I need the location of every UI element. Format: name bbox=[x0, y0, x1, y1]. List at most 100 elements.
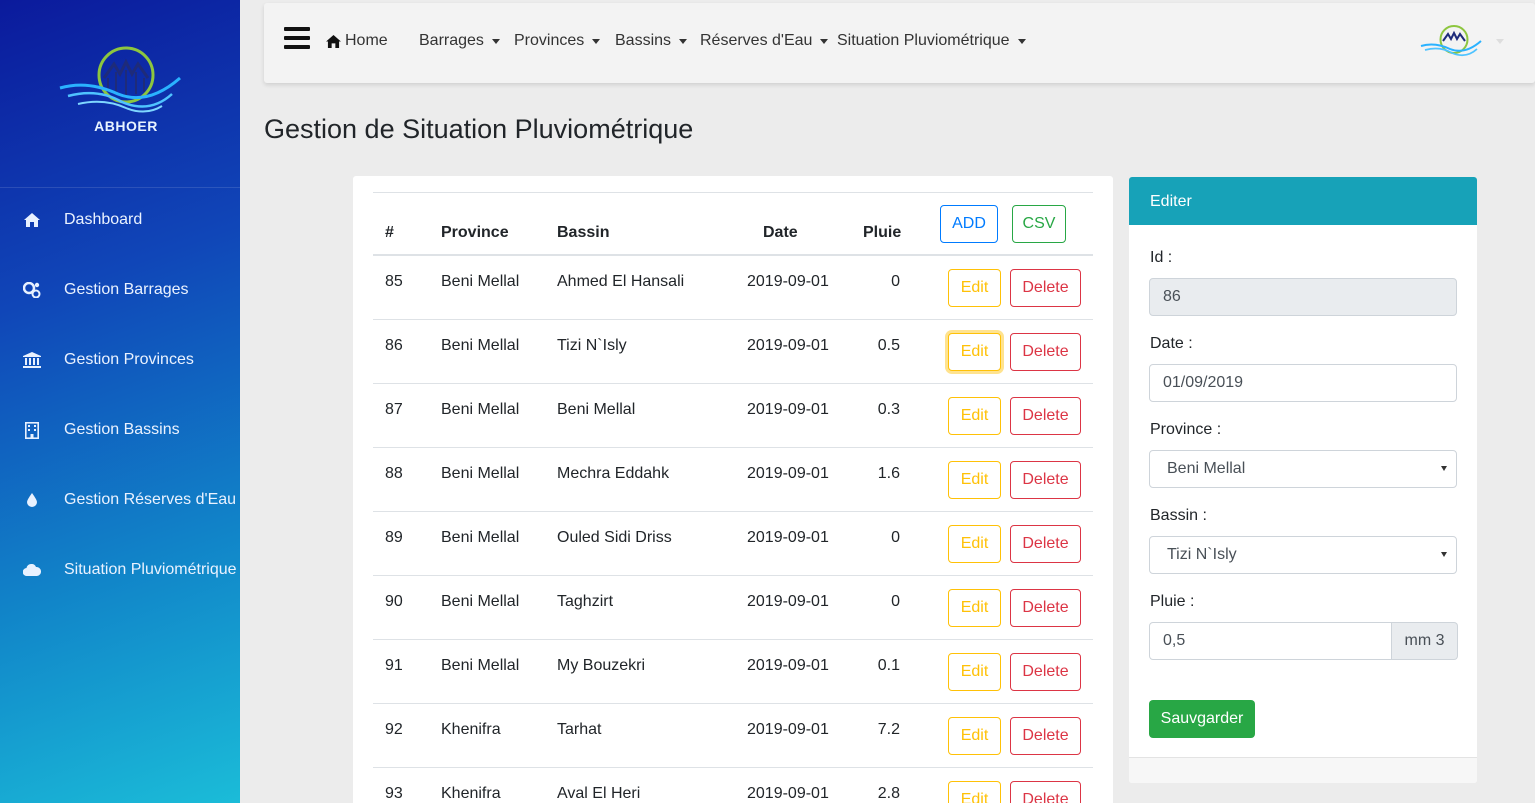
nav-menu-provinces[interactable]: Provinces bbox=[514, 32, 601, 50]
delete-button[interactable]: Delete bbox=[1010, 461, 1081, 499]
sidebar-item-barrages[interactable]: Gestion Barrages bbox=[0, 270, 240, 310]
cell-province: Beni Mellal bbox=[441, 401, 520, 418]
pluie-label: Pluie : bbox=[1150, 593, 1195, 610]
edit-button[interactable]: Edit bbox=[948, 461, 1001, 499]
cell-bassin: Beni Mellal bbox=[557, 401, 636, 418]
nav-home[interactable]: Home bbox=[326, 32, 388, 50]
cell-province: Khenifra bbox=[441, 785, 501, 802]
table-row: 88 Beni Mellal Mechra Eddahk 2019-09-01 … bbox=[373, 448, 1093, 512]
bank-icon bbox=[0, 352, 64, 368]
table-row: 92 Khenifra Tarhat 2019-09-01 7.2 Edit D… bbox=[373, 704, 1093, 768]
table-row: 91 Beni Mellal My Bouzekri 2019-09-01 0.… bbox=[373, 640, 1093, 704]
delete-button[interactable]: Delete bbox=[1010, 269, 1081, 307]
add-button[interactable]: ADD bbox=[940, 205, 998, 243]
edit-button[interactable]: Edit bbox=[948, 269, 1001, 307]
sidebar-item-pluviometrie[interactable]: Situation Pluviométrique bbox=[0, 550, 240, 590]
csv-export-button[interactable]: CSV bbox=[1012, 205, 1066, 243]
cell-id: 85 bbox=[385, 273, 403, 290]
edit-button[interactable]: Edit bbox=[948, 525, 1001, 563]
edit-button[interactable]: Edit bbox=[948, 397, 1001, 435]
page-title: Gestion de Situation Pluviométrique bbox=[264, 114, 694, 144]
cell-pluie: 0.3 bbox=[877, 401, 900, 418]
cell-bassin: Ahmed El Hansali bbox=[557, 273, 685, 290]
cell-date: 2019-09-01 bbox=[747, 593, 829, 610]
gears-icon bbox=[0, 282, 64, 298]
delete-button[interactable]: Delete bbox=[1010, 333, 1081, 371]
menu-toggle-icon[interactable] bbox=[284, 27, 310, 53]
cell-bassin: Aval El Heri bbox=[557, 785, 641, 802]
nav-menu-label: Provinces bbox=[514, 32, 585, 49]
cell-province: Beni Mellal bbox=[441, 593, 520, 610]
edit-button[interactable]: Edit bbox=[948, 717, 1001, 755]
select-arrow-icon bbox=[1441, 466, 1447, 471]
nav-menu-label: Réserves d'Eau bbox=[700, 32, 813, 49]
sidebar-item-reserves[interactable]: Gestion Réserves d'Eau bbox=[0, 480, 240, 520]
rainfall-table-card: # Province Bassin Date Pluie ADD CSV 85 … bbox=[353, 176, 1113, 803]
abhoer-logo-icon bbox=[59, 46, 181, 113]
column-header-province: Province bbox=[441, 224, 509, 241]
cell-date: 2019-09-01 bbox=[747, 657, 829, 674]
sidebar-item-bassins[interactable]: Gestion Bassins bbox=[0, 410, 240, 450]
nav-menu-pluviometrie[interactable]: Situation Pluviométrique bbox=[837, 32, 1026, 50]
cell-pluie: 2.8 bbox=[877, 785, 900, 802]
cell-pluie: 0.5 bbox=[877, 337, 900, 354]
brand-name: ABHOER bbox=[94, 118, 158, 134]
caret-down-icon bbox=[491, 38, 500, 44]
edit-button[interactable]: Edit bbox=[948, 589, 1001, 627]
delete-button[interactable]: Delete bbox=[1010, 525, 1081, 563]
caret-down-icon bbox=[820, 38, 829, 44]
home-icon bbox=[326, 34, 341, 48]
date-field[interactable]: 01/09/2019 bbox=[1149, 364, 1457, 402]
sidebar-item-provinces[interactable]: Gestion Provinces bbox=[0, 340, 240, 380]
province-label: Province : bbox=[1150, 421, 1222, 438]
column-header-date: Date bbox=[763, 224, 798, 241]
sidebar-item-label: Gestion Provinces bbox=[64, 351, 194, 368]
cell-bassin: Tarhat bbox=[557, 721, 602, 738]
table-row: 89 Beni Mellal Ouled Sidi Driss 2019-09-… bbox=[373, 512, 1093, 576]
cell-id: 90 bbox=[385, 593, 403, 610]
id-field: 86 bbox=[1149, 278, 1457, 316]
table-row: 90 Beni Mellal Taghzirt 2019-09-01 0 Edi… bbox=[373, 576, 1093, 640]
nav-menu-barrages[interactable]: Barrages bbox=[419, 32, 500, 50]
edit-button[interactable]: Edit bbox=[948, 653, 1001, 691]
save-button[interactable]: Sauvgarder bbox=[1149, 700, 1255, 738]
cell-date: 2019-09-01 bbox=[747, 529, 829, 546]
cell-date: 2019-09-01 bbox=[747, 337, 829, 354]
cell-province: Khenifra bbox=[441, 721, 501, 738]
cell-date: 2019-09-01 bbox=[747, 465, 829, 482]
cell-pluie: 1.6 bbox=[877, 465, 900, 482]
edit-form-title: Editer bbox=[1129, 177, 1477, 225]
sidebar-item-label: Gestion Barrages bbox=[64, 281, 189, 298]
cell-province: Beni Mellal bbox=[441, 273, 520, 290]
province-select[interactable]: Beni Mellal bbox=[1149, 450, 1457, 488]
bassin-select-value: Tizi N`Isly bbox=[1167, 546, 1237, 563]
cell-id: 92 bbox=[385, 721, 403, 738]
sidebar-item-dashboard[interactable]: Dashboard bbox=[0, 200, 240, 240]
delete-button[interactable]: Delete bbox=[1010, 589, 1081, 627]
delete-button[interactable]: Delete bbox=[1010, 781, 1081, 803]
delete-button[interactable]: Delete bbox=[1010, 717, 1081, 755]
cell-bassin: Ouled Sidi Driss bbox=[557, 529, 672, 546]
cell-id: 87 bbox=[385, 401, 403, 418]
edit-button[interactable]: Edit bbox=[948, 781, 1001, 803]
user-logo-icon[interactable] bbox=[1420, 23, 1482, 63]
top-navbar: Home Barrages Provinces Bassins Réserves… bbox=[264, 3, 1535, 83]
pluie-unit: mm 3 bbox=[1392, 622, 1458, 660]
cell-province: Beni Mellal bbox=[441, 657, 520, 674]
cell-date: 2019-09-01 bbox=[747, 401, 829, 418]
delete-button[interactable]: Delete bbox=[1010, 397, 1081, 435]
edit-button[interactable]: Edit bbox=[948, 333, 1001, 371]
edit-form-card: Editer Id : 86 Date : 01/09/2019 Provinc… bbox=[1129, 177, 1477, 783]
pluie-field[interactable]: 0,5 bbox=[1149, 622, 1392, 660]
caret-down-icon bbox=[679, 38, 688, 44]
building-icon bbox=[0, 421, 64, 439]
cell-bassin: Taghzirt bbox=[557, 593, 614, 610]
home-icon bbox=[0, 213, 64, 227]
nav-menu-reserves[interactable]: Réserves d'Eau bbox=[700, 32, 829, 50]
delete-button[interactable]: Delete bbox=[1010, 653, 1081, 691]
nav-menu-bassins[interactable]: Bassins bbox=[615, 32, 688, 50]
column-header-id: # bbox=[385, 224, 394, 241]
cell-pluie: 0.1 bbox=[877, 657, 900, 674]
cell-date: 2019-09-01 bbox=[747, 785, 829, 802]
bassin-select[interactable]: Tizi N`Isly bbox=[1149, 536, 1457, 574]
